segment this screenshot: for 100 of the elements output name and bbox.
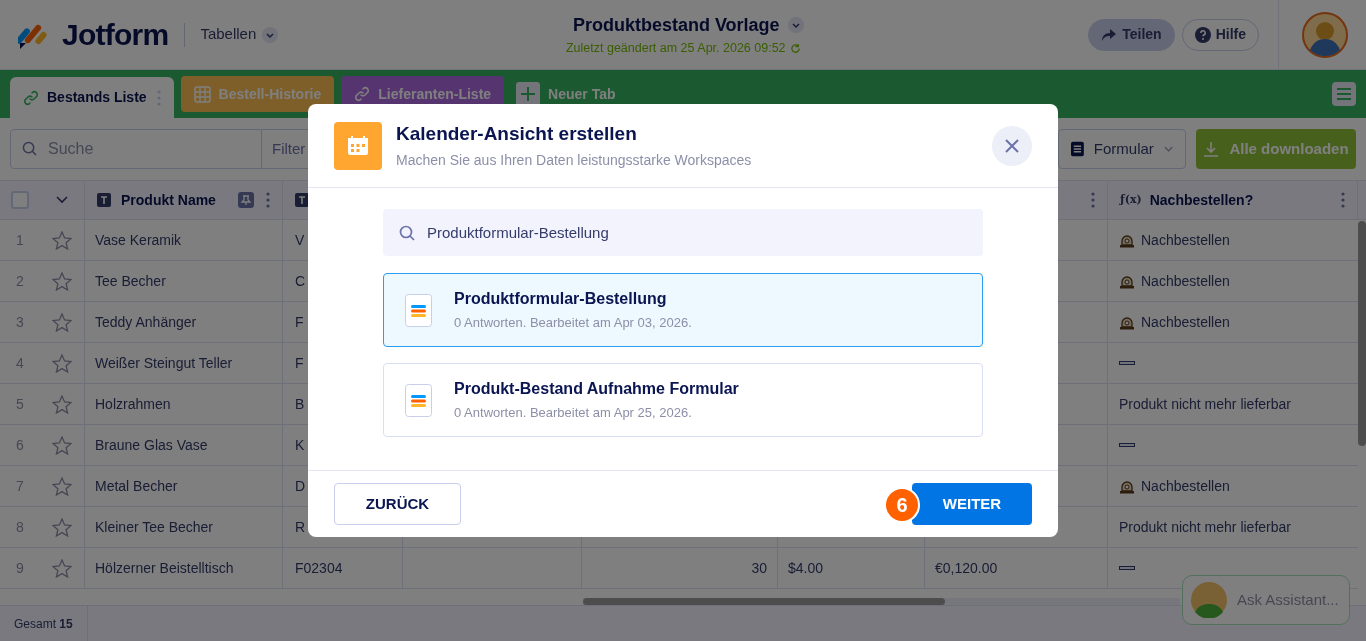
document-icon [1071, 141, 1084, 157]
table-cell-text: F [295, 312, 304, 332]
form-icon [405, 383, 432, 417]
star-icon[interactable] [52, 558, 72, 578]
total-count: Gesamt 15 [14, 615, 73, 633]
document-title: Produktbestand Vorlage [572, 13, 780, 37]
row-number: 4 [16, 353, 24, 373]
menu-icon[interactable] [1332, 82, 1356, 106]
chevron-icon [262, 26, 279, 43]
back-button[interactable]: ZURÜCK [334, 483, 461, 525]
alarm-bell-icon [1119, 314, 1135, 330]
table-cell-text: K [295, 435, 305, 455]
table-cell-text: F [295, 353, 304, 373]
form-option[interactable]: Produkt-Bestand Aufnahme Formular 0 Antworten. Bearbeitet am Apr 25, 2026. [383, 363, 983, 437]
table-cell-text: Weißer Steingut Teller [95, 353, 233, 373]
share-icon [1101, 27, 1118, 42]
kebab-icon[interactable] [1091, 192, 1095, 208]
download-icon [1203, 141, 1220, 157]
close-icon [1005, 138, 1019, 153]
table-cell-text: F02304 [295, 558, 343, 578]
row-number: 8 [16, 517, 24, 537]
star-icon[interactable] [52, 271, 72, 291]
table-cell-text: Teddy Anhänger [95, 312, 197, 332]
tab[interactable]: Bestands Liste [10, 77, 174, 118]
table-cell-text: Nachbestellen [1141, 271, 1230, 291]
dialog-title: Kalender-Ansicht erstellen [396, 121, 638, 146]
table-cell-text: Nachbestellen [1141, 230, 1230, 250]
star-icon[interactable] [52, 312, 72, 332]
form-option[interactable]: Produktformular-Bestellung 0 Antworten. Bearbeitet am Apr 03, 2026. [383, 273, 983, 347]
close-button[interactable] [992, 125, 1032, 166]
alarm-bell-icon [1119, 232, 1135, 248]
column-header: Produkt Name [121, 190, 216, 210]
formula-icon: ƒ(x) [1120, 191, 1142, 209]
text-type-icon [97, 193, 111, 207]
table-cell-text: Tee Becher [95, 271, 166, 291]
chevron-icon[interactable] [56, 196, 68, 204]
logo-text: Jotform [62, 17, 169, 53]
table-cell-text: Braune Glas Vase [95, 435, 208, 455]
share-button[interactable]: Teilen [1088, 18, 1175, 51]
dialog-subtitle: Machen Sie aus Ihren Daten leistungsstarke Workspaces [396, 151, 752, 171]
row-number: 7 [16, 476, 24, 496]
empty-value-icon [1119, 566, 1135, 570]
form-meta: 0 Antworten. Bearbeitet am Apr 03, 2026. [454, 314, 692, 333]
kebab-icon[interactable] [266, 192, 270, 208]
table-cell-text: Produkt nicht mehr lieferbar [1119, 517, 1291, 537]
form-icon [405, 293, 432, 327]
select-all-checkbox[interactable] [11, 191, 29, 209]
star-icon[interactable] [52, 517, 72, 537]
table-cell-text: Nachbestellen [1141, 312, 1230, 332]
alarm-bell-icon [1119, 273, 1135, 289]
refresh-icon[interactable] [789, 42, 801, 54]
table-cell-text: Hölzerner Beistelltisch [95, 558, 234, 578]
column-header: Nachbestellen? [1149, 190, 1254, 210]
star-icon[interactable] [52, 394, 72, 414]
avatar[interactable] [1302, 11, 1348, 58]
row-number: 2 [16, 271, 24, 291]
table-cell-text: Nachbestellen [1141, 476, 1230, 496]
ask-assistant-button[interactable]: Ask Assistant... [1182, 575, 1350, 625]
table-cell-text: V [295, 230, 305, 250]
chevron-icon [1163, 146, 1173, 152]
pin-icon[interactable] [238, 192, 254, 208]
vertical-scrollbar[interactable] [1358, 221, 1366, 446]
search-field[interactable]: Suche [10, 129, 262, 169]
table-cell-text: B [295, 394, 305, 414]
row-number: 9 [16, 558, 24, 578]
table-cell-text: D [295, 476, 306, 496]
link-icon [354, 86, 371, 102]
alarm-bell-icon [1119, 478, 1135, 494]
table-cell-text: C [295, 271, 306, 291]
star-icon[interactable] [52, 435, 72, 455]
table-cell-text: €0,120.00 [935, 558, 998, 578]
row-number: 6 [16, 435, 24, 455]
star-icon[interactable] [52, 230, 72, 250]
help-icon [1194, 26, 1211, 43]
link-icon [23, 89, 39, 106]
star-icon[interactable] [52, 353, 72, 373]
table-cell-text: Kleiner Tee Becher [95, 517, 214, 537]
row-number: 1 [16, 230, 24, 250]
search-icon [399, 225, 415, 241]
table-cell-text: R [295, 517, 306, 537]
table-cell-text: Produkt nicht mehr lieferbar [1119, 394, 1291, 414]
form-dropdown[interactable]: Formular [1058, 129, 1186, 169]
table-cell-text: 30 [751, 558, 767, 578]
next-button[interactable]: WEITER [912, 483, 1032, 525]
search-field[interactable]: Produktformular-Bestellung [383, 209, 983, 256]
section-dropdown[interactable]: Tabellen [200, 23, 279, 46]
plus-icon [516, 82, 541, 106]
search-icon [22, 141, 37, 156]
table-cell-text: Vase Keramik [95, 230, 182, 250]
table-cell-text: $4.00 [788, 558, 824, 578]
kebab-icon[interactable] [156, 89, 161, 106]
horizontal-scrollbar[interactable] [583, 598, 1180, 605]
kebab-icon[interactable] [1341, 192, 1345, 208]
help-button[interactable]: Hilfe [1181, 18, 1259, 51]
chevron-icon[interactable] [787, 17, 804, 34]
form-title: Produktformular-Bestellung [454, 289, 668, 310]
star-icon[interactable] [52, 476, 72, 496]
table-cell-text: Holzrahmen [95, 394, 171, 414]
calendar-icon [334, 121, 382, 170]
assistant-avatar [1191, 582, 1227, 618]
